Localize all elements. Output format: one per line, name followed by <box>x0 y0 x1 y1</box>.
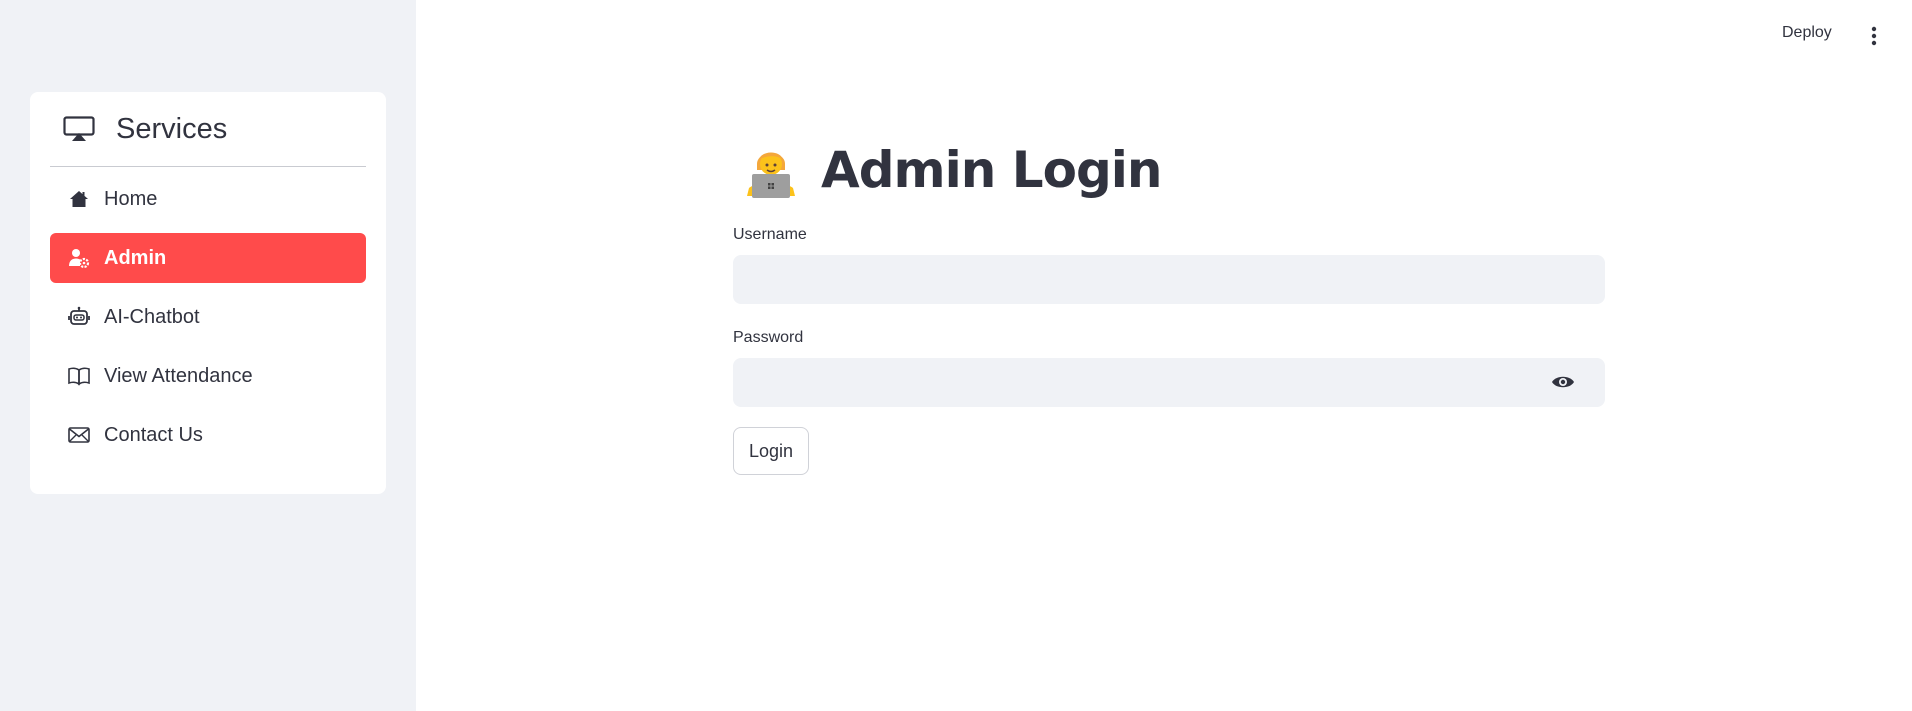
menu-list: Home Admin AI-Chatbot View Attendance Co… <box>50 174 366 469</box>
login-form: Admin Login Username Password Login <box>733 130 1605 475</box>
book-icon <box>68 365 90 387</box>
page-title: Admin Login <box>821 141 1162 199</box>
airplay-icon <box>63 115 95 143</box>
technologist-emoji <box>741 140 801 200</box>
sidebar-item-label: AI-Chatbot <box>104 305 200 328</box>
robot-icon <box>68 306 90 328</box>
password-field-container <box>733 358 1605 407</box>
sidebar-item-view-attendance[interactable]: View Attendance <box>50 351 366 401</box>
sidebar-item-home[interactable]: Home <box>50 174 366 224</box>
sidebar-item-label: View Attendance <box>104 364 253 387</box>
house-icon <box>68 188 90 210</box>
sidebar-item-ai-chatbot[interactable]: AI-Chatbot <box>50 292 366 342</box>
login-button[interactable]: Login <box>733 427 809 475</box>
menu-header: Services <box>50 92 366 167</box>
password-label: Password <box>733 329 804 346</box>
password-input[interactable] <box>733 358 1605 407</box>
sidebar-item-label: Admin <box>104 246 167 269</box>
title-row: Admin Login <box>733 130 1605 210</box>
services-menu: Services Home Admin AI-Chatbot View Atte… <box>30 92 386 494</box>
menu-title: Services <box>116 112 228 145</box>
sidebar-item-label: Home <box>104 187 158 210</box>
envelope-icon <box>68 424 90 446</box>
sidebar-item-admin[interactable]: Admin <box>50 233 366 283</box>
username-field-container <box>733 255 1605 304</box>
more-vertical-icon[interactable] <box>1868 25 1880 47</box>
person-gear-icon <box>68 247 90 269</box>
sidebar-item-label: Contact Us <box>104 423 203 446</box>
sidebar: Services Home Admin AI-Chatbot View Atte… <box>0 0 416 711</box>
deploy-button[interactable]: Deploy <box>1782 24 1832 42</box>
sidebar-item-contact-us[interactable]: Contact Us <box>50 410 366 460</box>
username-label: Username <box>733 226 807 243</box>
eye-icon[interactable] <box>1551 372 1575 392</box>
username-input[interactable] <box>733 255 1605 304</box>
app: Services Home Admin AI-Chatbot View Atte… <box>0 0 1912 711</box>
